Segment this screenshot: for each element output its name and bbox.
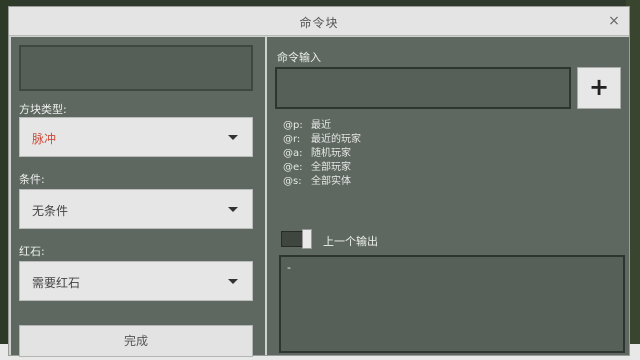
redstone-value: 需要红石 xyxy=(32,276,81,290)
hint-item: @r: 最近的玩家 xyxy=(283,134,361,145)
hint-item: @e: 全部玩家 xyxy=(283,162,351,173)
toggle-knob[interactable] xyxy=(302,229,312,249)
title-bar: 命令块 × xyxy=(9,7,629,36)
chevron-down-icon xyxy=(228,279,238,284)
command-block-window: 命令块 × 方块类型: 脉冲 条件: 无条件 红石: 需要红石 完成 命令输入 … xyxy=(8,6,630,357)
selector-hints: @p: 最近 @r: 最近的玩家 @a: 随机玩家 @e: 全部玩家 @s: 全部实体 xyxy=(283,119,361,189)
condition-label: 条件: xyxy=(19,173,45,186)
block-type-dropdown[interactable]: 脉冲 xyxy=(19,117,253,157)
hint-item: @p: 最近 xyxy=(283,120,331,131)
previous-output-toggle[interactable] xyxy=(281,229,312,249)
condition-value: 无条件 xyxy=(32,204,69,218)
block-type-value: 脉冲 xyxy=(32,132,57,146)
command-panel: 命令输入 + @p: 最近 @r: 最近的玩家 @a: 随机玩家 @e: 全部玩家 @s… xyxy=(267,37,629,355)
settings-panel: 方块类型: 脉冲 条件: 无条件 红石: 需要红石 完成 xyxy=(11,37,265,357)
window-title: 命令块 xyxy=(299,16,339,30)
command-input-label: 命令输入 xyxy=(277,51,321,64)
hint-item: @a: 随机玩家 xyxy=(283,148,351,159)
previous-output-box: - xyxy=(279,255,625,353)
command-input[interactable] xyxy=(275,67,571,109)
redstone-label: 红石: xyxy=(19,245,45,258)
redstone-dropdown[interactable]: 需要红石 xyxy=(19,261,253,301)
block-preview xyxy=(19,45,253,91)
chevron-down-icon xyxy=(228,207,238,212)
done-button[interactable]: 完成 xyxy=(19,325,253,357)
chevron-down-icon xyxy=(228,135,238,140)
condition-dropdown[interactable]: 无条件 xyxy=(19,189,253,229)
add-command-button[interactable]: + xyxy=(577,67,621,109)
hint-item: @s: 全部实体 xyxy=(283,176,351,187)
previous-output-label: 上一个输出 xyxy=(323,235,378,248)
output-text: - xyxy=(287,261,291,274)
close-icon[interactable]: × xyxy=(605,12,623,30)
block-type-label: 方块类型: xyxy=(19,103,67,116)
